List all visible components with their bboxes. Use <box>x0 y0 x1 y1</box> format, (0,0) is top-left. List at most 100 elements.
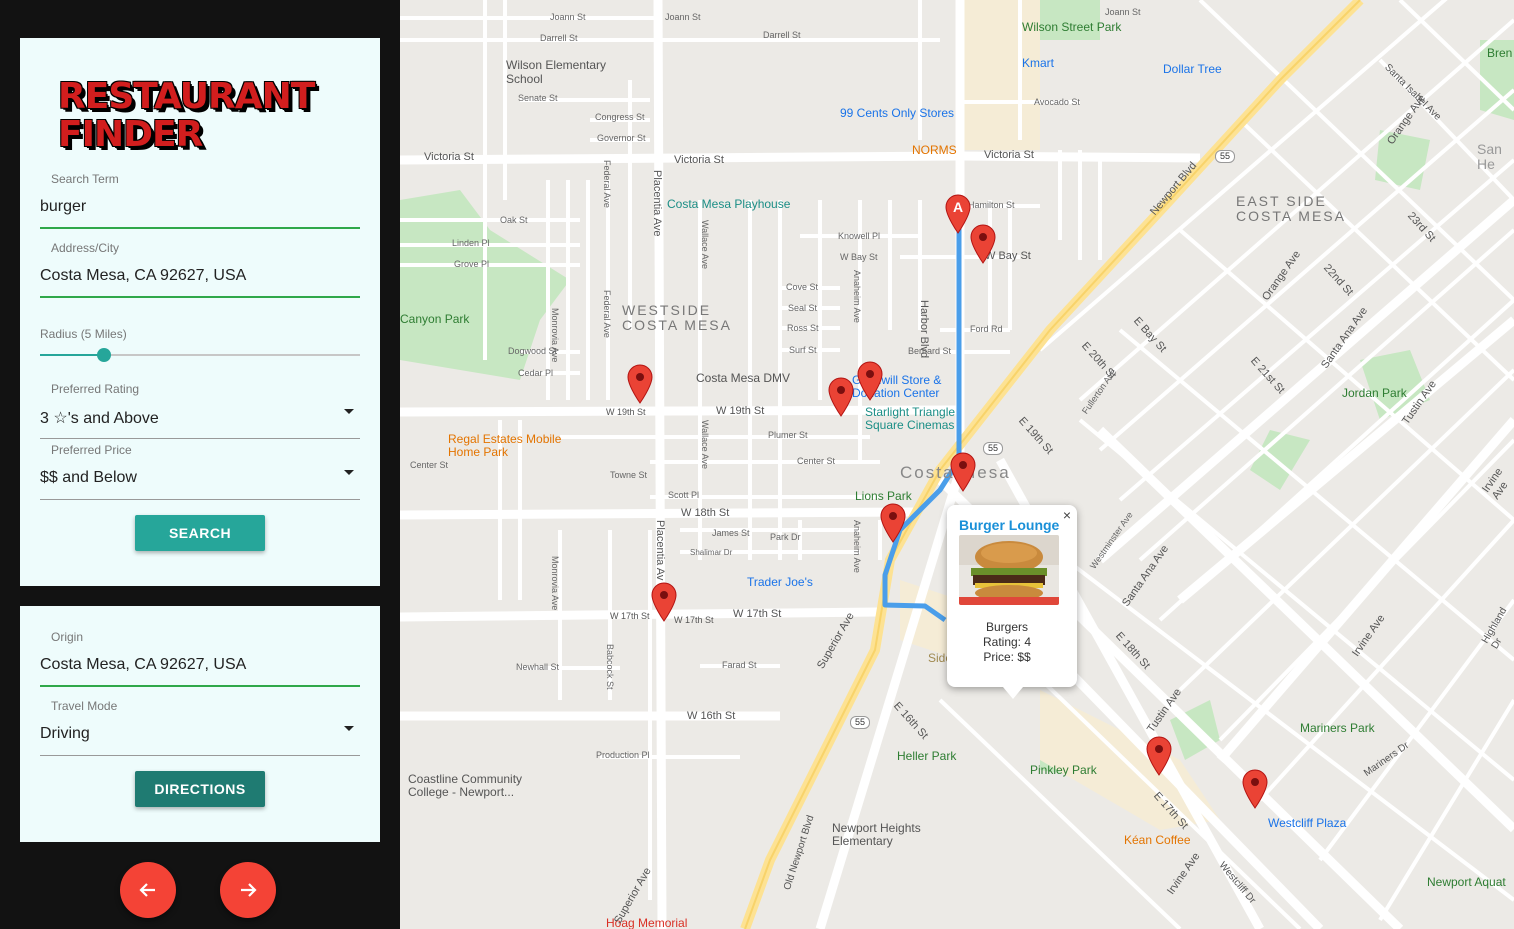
street-label: Newport Blvd <box>1148 159 1200 218</box>
street-label: Joann St <box>665 12 701 22</box>
app-logo: RESTAURANT FINDER <box>58 78 315 155</box>
street-label: Seal St <box>788 303 818 313</box>
street-label: Irvine Ave <box>1165 850 1203 897</box>
street-label: Plumer St <box>768 430 808 440</box>
place-label[interactable]: Lions Park <box>855 489 912 503</box>
place-label[interactable]: Dollar Tree <box>1163 62 1222 76</box>
street-label: W Bay St <box>840 252 878 262</box>
place-label[interactable]: Pinkley Park <box>1030 763 1097 777</box>
neighborhood-label: EAST SIDE COSTA MESA <box>1236 193 1346 224</box>
place-label[interactable]: Kmart <box>1022 56 1054 70</box>
place-label[interactable]: Trader Joe's <box>747 575 813 589</box>
place-label[interactable]: Regal Estates Mobile Home Park <box>448 433 578 459</box>
search-button[interactable]: SEARCH <box>135 515 265 551</box>
place-label[interactable]: Bren <box>1487 46 1512 60</box>
radius-slider[interactable]: Radius (5 Miles) <box>40 327 360 367</box>
place-label[interactable]: Wilson Street Park <box>1022 20 1121 34</box>
street-label: Avocado St <box>1034 97 1080 107</box>
map-view[interactable]: Wilson Street Park Kmart Dollar Tree Wil… <box>400 0 1514 929</box>
restaurant-marker[interactable] <box>1242 769 1268 809</box>
street-label: Ross St <box>787 323 819 333</box>
slider-fill <box>40 354 104 356</box>
arrow-left-icon <box>139 883 155 897</box>
origin-field[interactable]: Origin Costa Mesa, CA 92627, USA <box>40 630 360 688</box>
rating-label: Preferred Rating <box>51 382 140 396</box>
street-label: Placentia Ave <box>651 170 663 237</box>
place-label[interactable]: 99 Cents Only Stores <box>840 106 954 120</box>
street-label: James St <box>712 528 750 538</box>
street-label: Mariners Dr <box>1362 740 1412 780</box>
search-term-field[interactable]: Search Term burger <box>40 172 360 230</box>
place-label[interactable]: Westcliff Plaza <box>1268 816 1346 830</box>
search-term-label: Search Term <box>51 172 119 186</box>
street-label: W 16th St <box>687 710 736 722</box>
restaurant-marker[interactable] <box>880 503 906 543</box>
street-label: Knowell Pl <box>838 231 881 241</box>
origin-underline <box>40 685 360 687</box>
place-label[interactable]: Starlight Triangle Square Cinemas <box>865 406 975 432</box>
rating-select[interactable]: Preferred Rating 3 ☆'s and Above <box>40 382 360 440</box>
chevron-down-icon[interactable] <box>344 470 354 475</box>
street-label: Darrell St <box>763 30 801 40</box>
place-label[interactable]: Mariners Park <box>1300 721 1375 735</box>
address-field[interactable]: Address/City Costa Mesa, CA 92627, USA <box>40 241 360 299</box>
restaurant-marker[interactable] <box>970 224 996 264</box>
street-label: Center St <box>410 460 449 470</box>
origin-input[interactable]: Costa Mesa, CA 92627, USA <box>40 656 246 674</box>
restaurant-marker[interactable] <box>828 377 854 417</box>
place-label[interactable]: Kéan Coffee <box>1124 833 1191 847</box>
place-label[interactable]: Newport Heights Elementary <box>832 822 942 848</box>
travel-mode-value[interactable]: Driving <box>40 725 90 743</box>
place-label[interactable]: Jordan Park <box>1342 386 1407 400</box>
price-select[interactable]: Preferred Price $$ and Below <box>40 443 360 501</box>
restaurant-name[interactable]: Burger Lounge <box>959 517 1059 533</box>
travel-mode-select[interactable]: Travel Mode Driving <box>40 699 360 757</box>
address-underline <box>40 296 360 298</box>
place-label[interactable]: NORMS <box>912 143 957 157</box>
logo-line2: FINDER <box>58 114 203 155</box>
directions-button[interactable]: DIRECTIONS <box>135 771 265 807</box>
chevron-down-icon[interactable] <box>344 409 354 414</box>
restaurant-marker[interactable] <box>950 452 976 492</box>
place-label[interactable]: Heller Park <box>897 749 956 763</box>
place-label[interactable]: Wilson Elementary School <box>506 58 626 86</box>
rating-value[interactable]: 3 ☆'s and Above <box>40 408 159 428</box>
street-label: Victoria St <box>984 149 1034 161</box>
street-label: W 17th St <box>610 611 650 621</box>
price-value[interactable]: $$ and Below <box>40 469 137 487</box>
place-label[interactable]: Newport Aquat <box>1427 875 1506 889</box>
place-label[interactable]: Costa Mesa Playhouse <box>667 197 790 211</box>
street-label: Newhall St <box>516 662 560 672</box>
restaurant-marker[interactable] <box>1146 736 1172 776</box>
search-term-input[interactable]: burger <box>40 198 86 216</box>
restaurant-marker[interactable] <box>627 364 653 404</box>
street-label: Park Dr <box>770 532 801 542</box>
street-label: Irvine Ave <box>1480 465 1511 502</box>
street-label: Babcock St <box>605 644 615 690</box>
address-label: Address/City <box>51 241 120 255</box>
street-label: Bernard St <box>908 346 952 356</box>
info-window[interactable]: Burger Lounge × Burgers Rating: 4 Price:… <box>947 505 1077 699</box>
street-label: Monrovia Ave <box>550 556 560 611</box>
chevron-down-icon[interactable] <box>344 726 354 731</box>
restaurant-marker[interactable] <box>651 582 677 622</box>
street-label: Shalimar Dr <box>690 548 733 557</box>
street-label: Surf St <box>789 345 817 355</box>
arrow-right-icon <box>241 883 257 897</box>
place-label[interactable]: Costa Mesa DMV <box>696 371 790 385</box>
close-icon[interactable]: × <box>1063 507 1071 523</box>
place-label[interactable]: Coastline Community College - Newport... <box>408 773 548 799</box>
prev-button[interactable] <box>120 862 176 918</box>
street-label: Fullerton Ave <box>1080 367 1119 416</box>
next-button[interactable] <box>220 862 276 918</box>
street-label: Santa Ana Ave <box>1319 305 1371 371</box>
street-label: Governor St <box>597 133 646 143</box>
restaurant-marker[interactable] <box>857 361 883 401</box>
street-label: E 21st St <box>1248 355 1287 397</box>
street-label: Grove Pl <box>454 259 490 269</box>
street-label: E 18th St <box>1113 630 1153 672</box>
place-label[interactable]: Canyon Park <box>400 312 469 326</box>
street-label: Wallace Ave <box>700 420 710 470</box>
slider-thumb[interactable] <box>97 348 111 362</box>
address-input[interactable]: Costa Mesa, CA 92627, USA <box>40 267 246 285</box>
